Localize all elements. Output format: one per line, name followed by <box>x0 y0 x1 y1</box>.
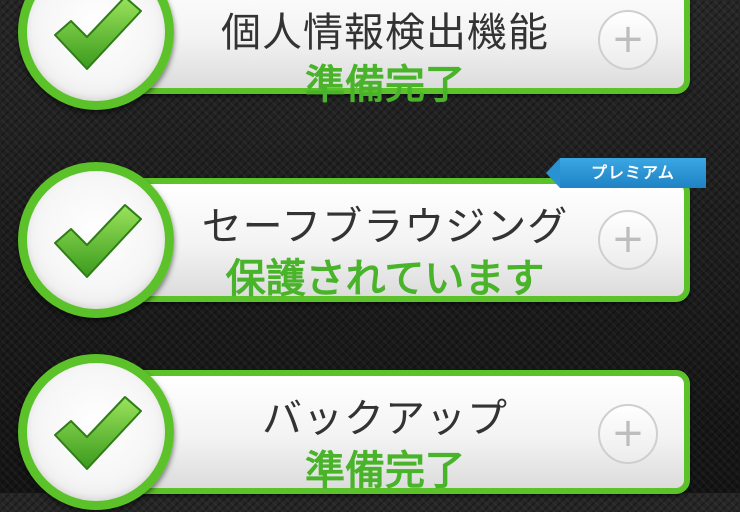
check-icon <box>18 162 174 318</box>
plus-icon[interactable]: + <box>598 404 658 464</box>
plus-icon[interactable]: + <box>598 210 658 270</box>
feature-status: 準備完了 <box>305 448 465 494</box>
feature-title: 個人情報検出機能 <box>221 10 549 56</box>
feature-status: 準備完了 <box>305 62 465 108</box>
feature-status: 保護されています <box>225 256 545 302</box>
feature-card-backup[interactable]: バックアップ 準備完了 + <box>0 352 740 512</box>
feature-card-personal-info[interactable]: 個人情報検出機能 準備完了 + <box>0 0 740 112</box>
feature-title: セーフブラウジング <box>201 204 569 250</box>
check-icon <box>18 354 174 510</box>
feature-title: バックアップ <box>262 396 508 442</box>
plus-icon[interactable]: + <box>598 10 658 70</box>
feature-card-safe-browsing[interactable]: プレミアム セーフブラウジング 保護されています + <box>0 158 740 320</box>
premium-ribbon: プレミアム <box>546 158 706 188</box>
